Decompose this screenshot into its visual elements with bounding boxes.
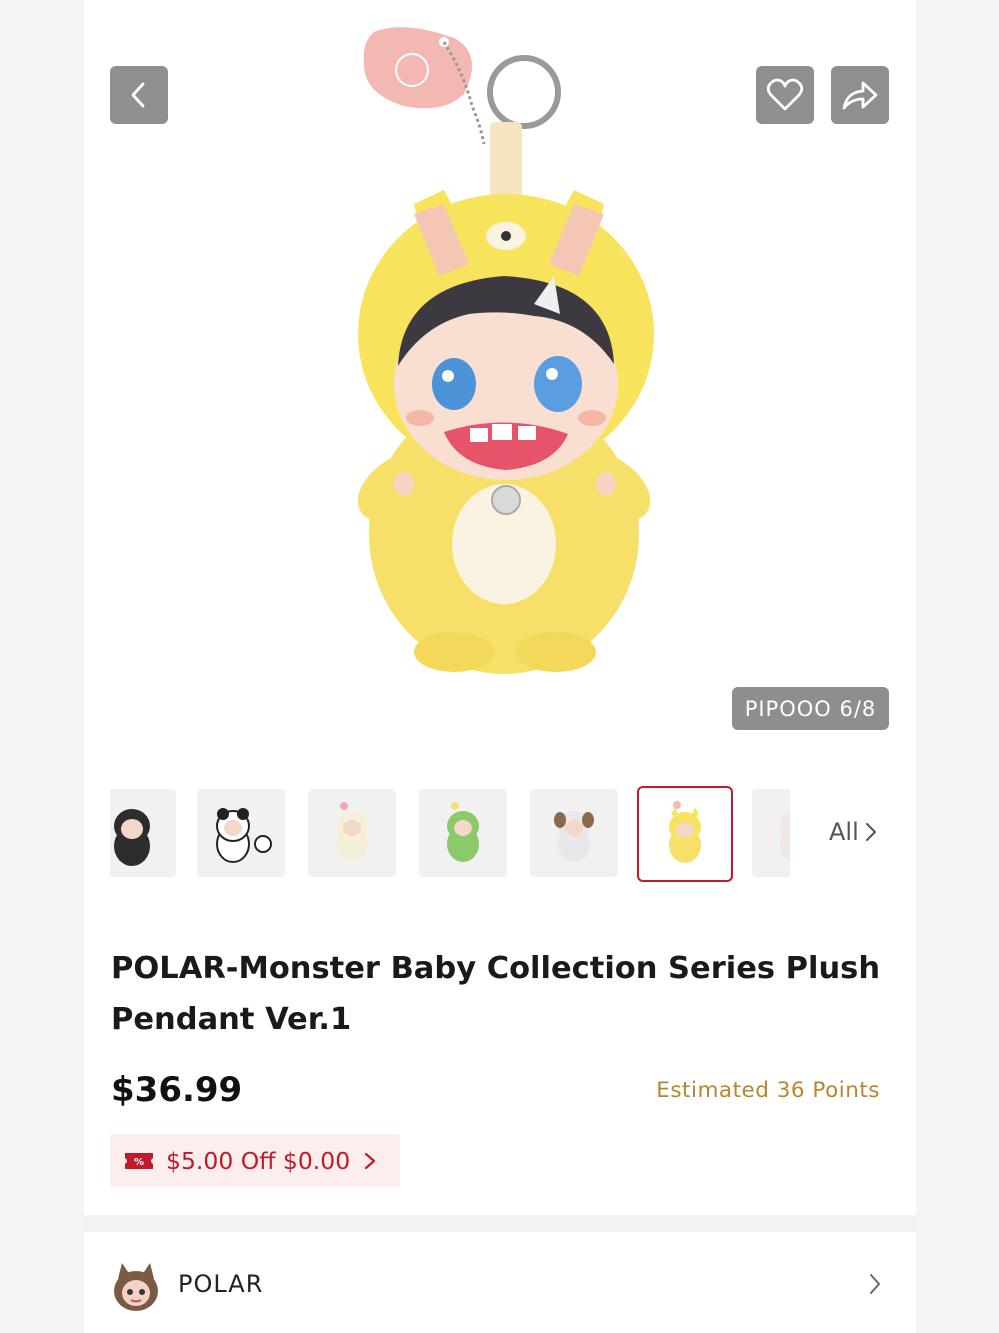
coupon-text: $5.00 Off $0.00 <box>166 1146 351 1175</box>
thumbnail-item[interactable] <box>110 789 176 877</box>
page-margin-right <box>916 0 999 1333</box>
thumbnail-image <box>554 811 594 862</box>
favorite-button[interactable] <box>756 66 814 124</box>
thumbnail-image <box>216 808 272 863</box>
page-margin-left <box>0 0 84 1333</box>
product-price: $36.99 <box>111 1070 243 1110</box>
thumbnail-image <box>447 802 479 862</box>
thumbnail-item[interactable] <box>419 789 507 877</box>
thumbnail-strip[interactable] <box>110 786 790 882</box>
share-icon <box>842 81 878 110</box>
thumbnail-item[interactable] <box>530 789 618 877</box>
thumbnail-image <box>669 801 701 863</box>
all-label: All <box>829 818 859 846</box>
discount-ticket-icon: % <box>125 1152 153 1169</box>
thumbnail-item[interactable] <box>197 789 285 877</box>
chevron-right-icon <box>365 1152 376 1169</box>
chevron-right-icon <box>865 823 876 841</box>
reward-points: Estimated 36 Points <box>656 1078 880 1103</box>
brand-name: POLAR <box>178 1270 264 1298</box>
thumbnail-item[interactable] <box>308 789 396 877</box>
thumbnail-image <box>780 812 790 861</box>
view-all-images-link[interactable]: All <box>829 818 877 846</box>
thumbnail-item[interactable] <box>752 789 790 877</box>
brand-avatar <box>114 1263 158 1311</box>
thumbnail-item-selected[interactable] <box>637 786 733 882</box>
product-image-gallery[interactable]: PIPOOO 6/8 <box>84 0 916 760</box>
heart-icon <box>766 78 804 111</box>
chevron-right-icon <box>870 1274 880 1294</box>
chevron-left-icon <box>131 82 145 108</box>
share-button[interactable] <box>831 66 889 124</box>
coupon-button[interactable]: % $5.00 Off $0.00 <box>110 1134 400 1187</box>
back-button[interactable] <box>110 66 168 124</box>
image-counter: PIPOOO 6/8 <box>732 687 889 730</box>
product-main-image <box>357 27 654 674</box>
product-detail-page: PIPOOO 6/8 All POLAR-Monster Baby Collec… <box>84 0 916 1333</box>
thumbnail-image <box>336 802 368 862</box>
product-title: POLAR-Monster Baby Collection Series Plu… <box>111 951 881 1037</box>
brand-row[interactable]: POLAR <box>84 1232 916 1333</box>
thumbnail-image <box>114 809 150 866</box>
section-divider <box>84 1215 916 1232</box>
pink-tag-charm <box>363 27 472 109</box>
svg-text:%: % <box>134 1157 144 1168</box>
